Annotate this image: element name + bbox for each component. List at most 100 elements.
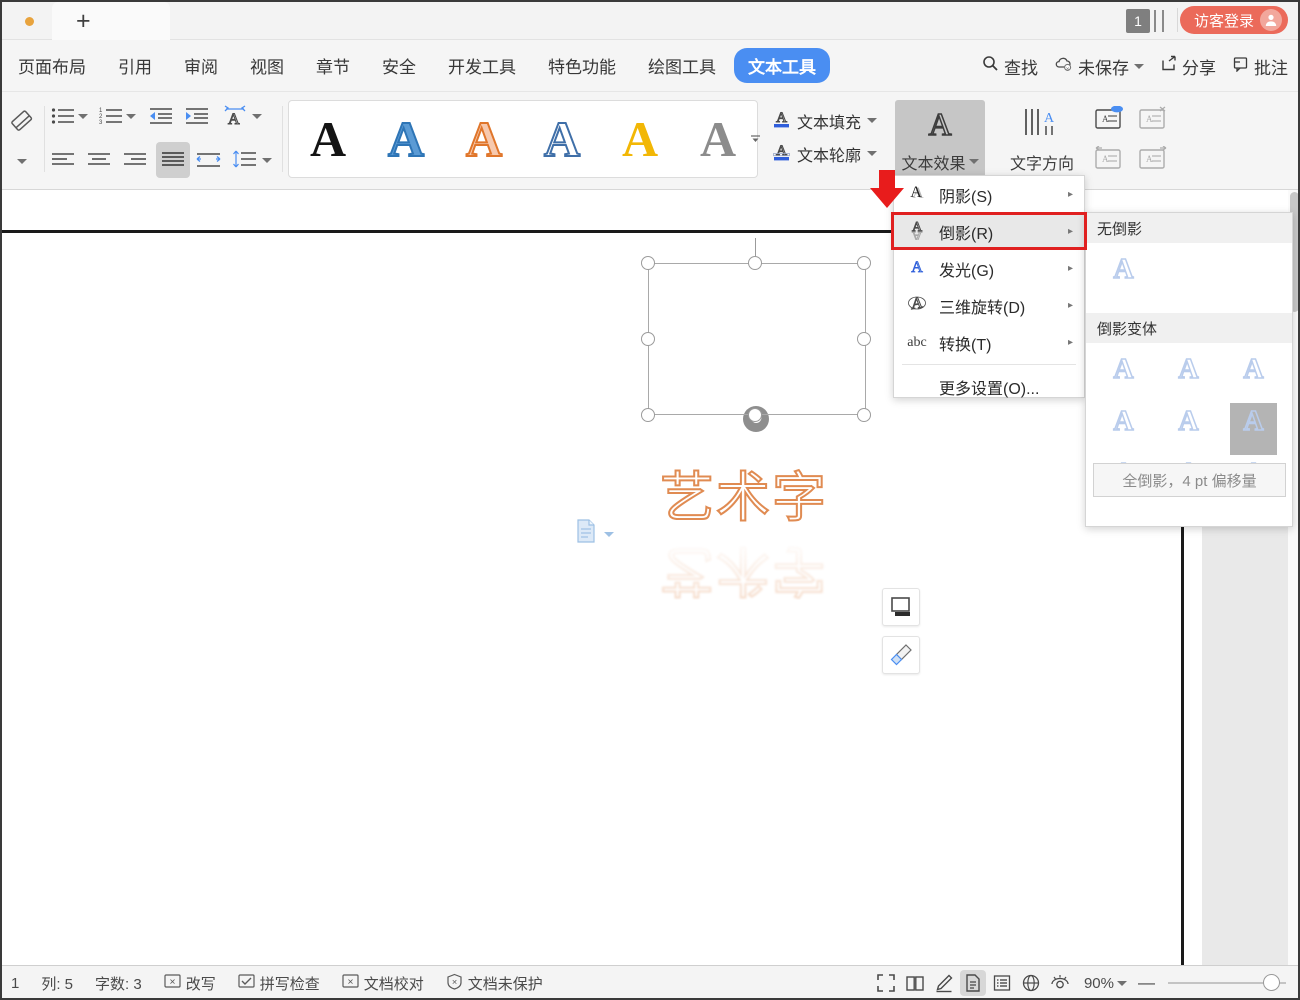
status-proofread-button[interactable]: ✕ 文档校对 <box>331 973 435 994</box>
tab-text-tools[interactable]: 文本工具 <box>734 48 830 83</box>
wordart-selection-box[interactable] <box>648 263 866 415</box>
wordart-style-3[interactable]: A <box>465 113 503 165</box>
numbered-list-button[interactable]: 123 <box>96 100 126 132</box>
reflection-variant-5[interactable]: A <box>1165 403 1212 455</box>
bullet-list-caret[interactable] <box>78 100 88 132</box>
status-overwrite-button[interactable]: ✕ 改写 <box>153 973 227 994</box>
wordart-style-4[interactable]: A <box>543 113 581 165</box>
reflection-variant-1[interactable]: A <box>1100 351 1147 403</box>
text-adjust-button[interactable]: A <box>220 100 250 132</box>
status-spellcheck-button[interactable]: 拼写检查 <box>227 973 331 994</box>
edit-mode-button[interactable] <box>931 970 957 996</box>
line-spacing-button[interactable] <box>230 144 260 176</box>
align-right-button[interactable] <box>120 144 150 176</box>
svg-text:A: A <box>911 259 923 276</box>
zoom-level-button[interactable]: 90% <box>1076 975 1131 992</box>
reflection-variant-6[interactable]: A <box>1230 403 1277 455</box>
guest-login-button[interactable]: 访客登录 <box>1179 6 1288 34</box>
textbox-break-link-button[interactable]: A <box>1134 102 1172 136</box>
reflection-variant-2[interactable]: A <box>1165 351 1212 403</box>
zoom-out-button[interactable]: — <box>1134 973 1159 993</box>
zoom-slider-knob[interactable] <box>1263 974 1280 991</box>
numbered-list-caret[interactable] <box>126 100 136 132</box>
align-justify-button[interactable] <box>156 142 190 178</box>
zoom-level-label: 90% <box>1083 974 1114 992</box>
resize-handle-n[interactable] <box>748 256 762 270</box>
status-protection-button[interactable]: ✕ 文档未保护 <box>435 973 554 994</box>
resize-handle-e[interactable] <box>857 332 871 346</box>
document-tab[interactable] <box>8 4 50 38</box>
textbox-break-link-icon: A <box>1139 106 1166 129</box>
no-reflection-thumb[interactable]: A <box>1100 251 1147 303</box>
textbox-prev-button[interactable]: A <box>1090 142 1128 176</box>
tab-view[interactable]: 视图 <box>236 48 298 83</box>
resize-handle-w[interactable] <box>641 332 655 346</box>
text-fill-button[interactable]: A 文本填充 <box>772 104 882 137</box>
tab-drawing-tools[interactable]: 绘图工具 <box>634 48 730 83</box>
increase-indent-button[interactable] <box>182 100 212 132</box>
resize-handle-nw[interactable] <box>641 256 655 270</box>
paste-options-button[interactable] <box>575 518 615 549</box>
resize-handle-se[interactable] <box>857 408 871 422</box>
resize-handle-s[interactable] <box>748 408 762 422</box>
eye-protect-button[interactable] <box>1047 970 1073 996</box>
wordart-style-gallery[interactable]: A A A A A A <box>288 100 758 178</box>
page-view-button[interactable] <box>959 970 986 996</box>
resize-handle-ne[interactable] <box>857 256 871 270</box>
new-tab-button[interactable]: + <box>52 2 170 40</box>
menu-item-reflection[interactable]: AA 倒影(R) ▸ <box>894 213 1084 250</box>
menu-item-transform[interactable]: abc 转换(T) ▸ <box>894 324 1084 361</box>
wordart-style-6[interactable]: A <box>700 114 736 164</box>
gallery-more-caret-icon[interactable] <box>748 128 762 150</box>
text-adjust-caret[interactable] <box>252 100 262 132</box>
textbox-link-button[interactable]: A <box>1090 102 1128 136</box>
wordart-style-2[interactable]: A <box>387 113 425 165</box>
share-button[interactable]: 分享 <box>1152 50 1224 83</box>
decrease-indent-button[interactable] <box>146 100 176 132</box>
reflection-variant-4[interactable]: A <box>1100 403 1147 455</box>
zoom-slider[interactable] <box>1168 974 1286 991</box>
menu-item-more-settings[interactable]: 更多设置(O)... <box>894 368 1084 405</box>
menu-item-glow[interactable]: AA 发光(G) ▸ <box>894 250 1084 287</box>
tab-page-layout[interactable]: 页面布局 <box>4 48 100 83</box>
find-button[interactable]: 查找 <box>974 50 1046 83</box>
fullscreen-button[interactable] <box>873 970 899 996</box>
tab-references[interactable]: 引用 <box>104 48 166 83</box>
text-effect-button[interactable]: A 文本效果 <box>895 100 985 178</box>
wordart-style-1[interactable]: A <box>310 114 346 164</box>
status-overwrite-label: 改写 <box>185 975 216 993</box>
comment-button[interactable]: 批注 <box>1224 50 1296 83</box>
text-effects-menu[interactable]: AA 阴影(S) ▸ AA 倒影(R) ▸ AA 发光(G) ▸ A 三维旋转(… <box>893 175 1085 398</box>
format-brush-button[interactable] <box>882 636 920 674</box>
menu-item-shadow[interactable]: AA 阴影(S) ▸ <box>894 176 1084 213</box>
tab-developer[interactable]: 开发工具 <box>434 48 530 83</box>
wordart-style-5[interactable]: A <box>622 114 658 164</box>
align-center-button[interactable] <box>84 144 114 176</box>
unsaved-status-button[interactable]: ✕ 未保存 <box>1046 50 1152 83</box>
status-word-count[interactable]: 字数: 3 <box>84 973 153 994</box>
tab-security[interactable]: 安全 <box>368 48 430 83</box>
textbox-next-button[interactable]: A <box>1134 142 1172 176</box>
reflection-variant-3[interactable]: A <box>1230 351 1277 403</box>
tab-section[interactable]: 章节 <box>302 48 364 83</box>
web-view-button[interactable] <box>1018 970 1044 996</box>
clear-format-button[interactable] <box>4 100 40 178</box>
wordart-object-text[interactable]: 艺术字 <box>659 467 860 530</box>
menu-item-3d-rotation[interactable]: A 三维旋转(D) ▸ <box>894 287 1084 324</box>
tab-special-features[interactable]: 特色功能 <box>534 48 630 83</box>
line-spacing-caret[interactable] <box>262 144 272 176</box>
text-direction-button[interactable]: A 文字方向 <box>1000 100 1084 178</box>
text-outline-button[interactable]: A 文本轮廓 <box>772 137 882 170</box>
layout-options-button[interactable] <box>882 588 920 626</box>
chevron-down-icon[interactable] <box>603 525 615 543</box>
align-left-button[interactable] <box>48 144 78 176</box>
window-stack-icon[interactable] <box>1154 10 1164 32</box>
outline-view-button[interactable] <box>989 970 1015 996</box>
bullet-list-button[interactable] <box>48 100 78 132</box>
resize-handle-sw[interactable] <box>641 408 655 422</box>
textbox-link-icon: A <box>1095 106 1123 129</box>
distribute-text-button[interactable] <box>194 144 224 176</box>
double-page-button[interactable] <box>902 970 928 996</box>
tab-review[interactable]: 审阅 <box>170 48 232 83</box>
window-count-badge[interactable]: 1 <box>1126 9 1150 33</box>
